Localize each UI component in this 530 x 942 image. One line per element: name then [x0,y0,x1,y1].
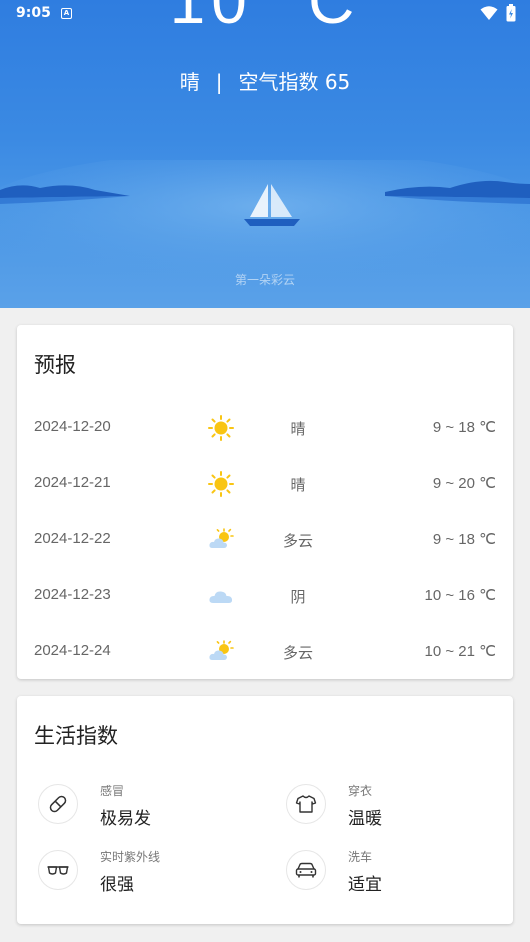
forecast-temp-range: 9 ~ 18 ℃ [432,531,496,548]
life-index-label: 穿衣 [348,784,373,798]
cloudy-icon [209,591,233,603]
forecast-condition: 晴 [290,420,306,438]
sunny-icon [208,415,234,441]
forecast-condition: 多云 [282,532,313,550]
aqi-text: 空气指数 65 [238,70,351,94]
life-index-item-uv: 实时紫外线 很强 [38,848,238,904]
partly-cloudy-icon [209,528,234,548]
current-temperature: 10 °C [169,0,361,37]
forecast-row: 2024-12-20 晴 9 ~ 18 ℃ [17,400,513,456]
car-icon [286,850,326,890]
life-index-label: 实时紫外线 [100,850,161,864]
app-watermark: 第一朵彩云 [234,273,295,287]
forecast-date: 2024-12-20 [34,418,111,435]
condition-text: 晴 [179,70,200,94]
life-index-item-cold: 感冒 极易发 [38,782,238,838]
life-index-value: 温暖 [348,809,382,829]
forecast-date: 2024-12-23 [34,586,111,603]
partly-cloudy-icon [209,640,234,660]
life-index-card: 生活指数 感冒 极易发 穿衣 温暖 实时紫外线 很强 洗车 适宜 [17,696,513,924]
sunglasses-icon [38,850,78,890]
forecast-temp-range: 9 ~ 18 ℃ [432,419,496,436]
life-index-value: 适宜 [348,875,382,895]
forecast-temp-range: 10 ~ 21 ℃ [424,643,496,660]
life-index-title: 生活指数 [34,724,118,748]
forecast-condition: 多云 [282,644,313,662]
sunny-icon [208,471,234,497]
shirt-icon [286,784,326,824]
life-index-item-carwash: 洗车 适宜 [286,848,486,904]
current-condition: 晴 | 空气指数 65 [0,66,530,95]
forecast-card: 预报 2024-12-20 晴 9 ~ 18 ℃ 2024-12-21 晴 9 … [17,325,513,679]
forecast-row: 2024-12-22 多云 9 ~ 18 ℃ [17,512,513,568]
condition-separator: | [215,70,223,94]
pill-icon [38,784,78,824]
life-index-item-dressing: 穿衣 温暖 [286,782,486,838]
life-index-label: 感冒 [100,784,125,798]
forecast-row: 2024-12-24 多云 10 ~ 21 ℃ [17,624,513,680]
forecast-condition: 晴 [290,476,306,494]
forecast-date: 2024-12-24 [34,642,111,659]
forecast-row: 2024-12-21 晴 9 ~ 20 ℃ [17,456,513,512]
forecast-condition: 阴 [290,588,306,606]
forecast-temp-range: 9 ~ 20 ℃ [432,475,496,492]
forecast-title: 预报 [34,353,76,377]
forecast-date: 2024-12-21 [34,474,111,491]
life-index-label: 洗车 [348,850,373,864]
forecast-temp-range: 10 ~ 16 ℃ [424,587,496,604]
forecast-date: 2024-12-22 [34,530,111,547]
forecast-row: 2024-12-23 阴 10 ~ 16 ℃ [17,568,513,624]
life-index-value: 极易发 [100,809,151,829]
life-index-value: 很强 [100,875,134,895]
weather-hero: 9:05 A 10 °C 晴 | 空气指数 65 第一朵彩云 [0,0,530,308]
